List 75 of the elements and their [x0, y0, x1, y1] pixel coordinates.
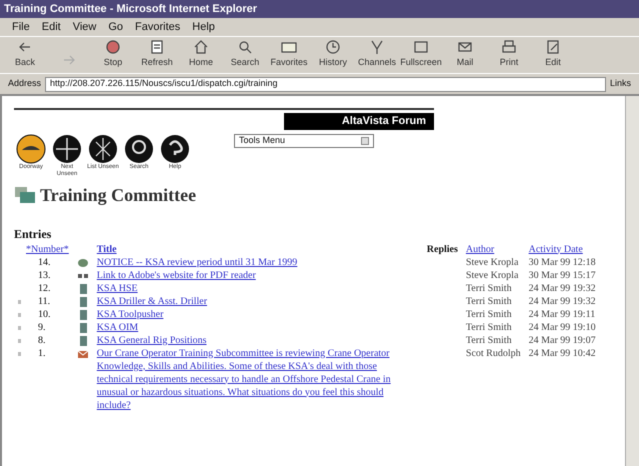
home-icon	[192, 38, 210, 56]
stop-icon	[104, 38, 122, 56]
help-icon	[160, 134, 190, 164]
entries-heading: Entries	[14, 226, 52, 242]
entry-title-link[interactable]: KSA Toolpusher	[96, 308, 411, 320]
folders-icon	[14, 186, 36, 204]
forum-banner: AltaVista Forum	[284, 113, 434, 130]
author-name: Terri Smith	[466, 322, 512, 332]
entry-number: 12.	[38, 282, 50, 294]
window-title: Training Committee - Microsoft Internet Explorer	[4, 2, 258, 17]
menu-item[interactable]: File	[12, 18, 30, 36]
entry-number: 13.	[38, 270, 50, 280]
entry-number: 14.	[38, 256, 50, 268]
activity-date: 24 Mar 99 19:32	[528, 296, 596, 306]
author-column-link[interactable]: Author	[466, 244, 494, 254]
entry-number: 9.	[38, 322, 46, 332]
globe-icon	[76, 258, 89, 268]
page-heading: Training Committee	[40, 184, 196, 207]
author-name: Terri Smith	[466, 334, 512, 346]
history-icon	[324, 38, 342, 56]
entry-title-link[interactable]: Link to Adobe's website for PDF reader	[96, 268, 411, 282]
links-label[interactable]: Links	[610, 77, 631, 91]
compass-icon	[88, 134, 118, 164]
printer-icon	[500, 38, 518, 56]
entry-number: 1.	[38, 348, 46, 358]
entry-title-link[interactable]: Our Crane Operator Training Subcommittee is reviewing Crane Operator Knowledge, Skills and Abilities. Some of these KSA's deal with those technical requirements necessary to handle an Offshore Pedestal Crane in unusual or hazardous situations. What situations do you feel this should include?	[96, 346, 411, 412]
entry-title-link[interactable]: NOTICE -- KSA review period until 31 Mar 1999	[96, 256, 411, 268]
menu-item[interactable]: Favorites	[135, 18, 180, 36]
toolbar-button[interactable]: Mail	[448, 38, 482, 69]
entry-title-link[interactable]: KSA General Rig Positions	[96, 334, 411, 346]
scrollbar[interactable]	[625, 96, 639, 466]
toolbar-button[interactable]: Favorites	[272, 38, 306, 69]
author-name: Terri Smith	[466, 296, 512, 306]
toolbar-button[interactable]: Home	[184, 38, 218, 69]
tools-menu-select[interactable]: Tools Menu	[234, 134, 374, 148]
title-column-link[interactable]: Title	[96, 244, 117, 254]
address-field[interactable]: http://208.207.226.115/Nouscs/iscu1/dispatch.cgi/training	[45, 76, 606, 92]
author-name: Steve Kropla	[466, 270, 518, 280]
envelope-icon	[76, 348, 89, 358]
toolbar-button[interactable]: Channels	[360, 38, 394, 69]
sun-icon	[16, 134, 46, 164]
entry-title-link[interactable]: KSA HSE	[96, 282, 411, 294]
compass-icon	[52, 134, 82, 164]
number-column-link[interactable]: *Number*	[26, 244, 69, 254]
menu-item[interactable]: View	[72, 18, 96, 36]
author-name: Terri Smith	[466, 282, 512, 294]
activity-date: 24 Mar 99 19:11	[528, 308, 596, 320]
menu-item[interactable]: Edit	[42, 18, 61, 36]
column-header: Replies	[426, 244, 458, 254]
toolbar-button[interactable]: Refresh	[140, 38, 174, 69]
toolbar-button[interactable]: Stop	[96, 38, 130, 69]
toolbar-button[interactable]: History	[316, 38, 350, 69]
activity-date: 24 Mar 99 19:07	[528, 334, 596, 346]
activity-date: 24 Mar 99 19:32	[528, 282, 596, 294]
toolbar-button[interactable]: Edit	[536, 38, 570, 69]
activity-date: 24 Mar 99 10:42	[528, 348, 596, 358]
search-icon	[124, 134, 154, 164]
entry-number: 10.	[38, 308, 50, 320]
author-name: Steve Kropla	[466, 256, 518, 268]
entry-number: 8.	[38, 334, 46, 346]
toolbar-button[interactable]: Print	[492, 38, 526, 69]
menu-item[interactable]: Go	[108, 18, 124, 36]
entry-title-link[interactable]: KSA OIM	[96, 320, 411, 334]
entry-title-link[interactable]: KSA Driller & Asst. Driller	[96, 294, 411, 308]
entry-number: 11.	[38, 296, 50, 306]
author-name: Scot Rudolph	[466, 348, 521, 358]
menu-item[interactable]: Help	[192, 18, 215, 36]
activity-date: 30 Mar 99 15:17	[528, 270, 596, 280]
author-name: Terri Smith	[466, 308, 512, 320]
date-column-link[interactable]: Activity Date	[528, 244, 583, 254]
activity-date: 24 Mar 99 19:10	[528, 322, 596, 332]
toolbar-button[interactable]: Search	[228, 38, 262, 69]
activity-date: 30 Mar 99 12:18	[528, 256, 596, 268]
toolbar-button[interactable]: Back	[8, 38, 42, 69]
address-label: Address	[8, 77, 42, 90]
